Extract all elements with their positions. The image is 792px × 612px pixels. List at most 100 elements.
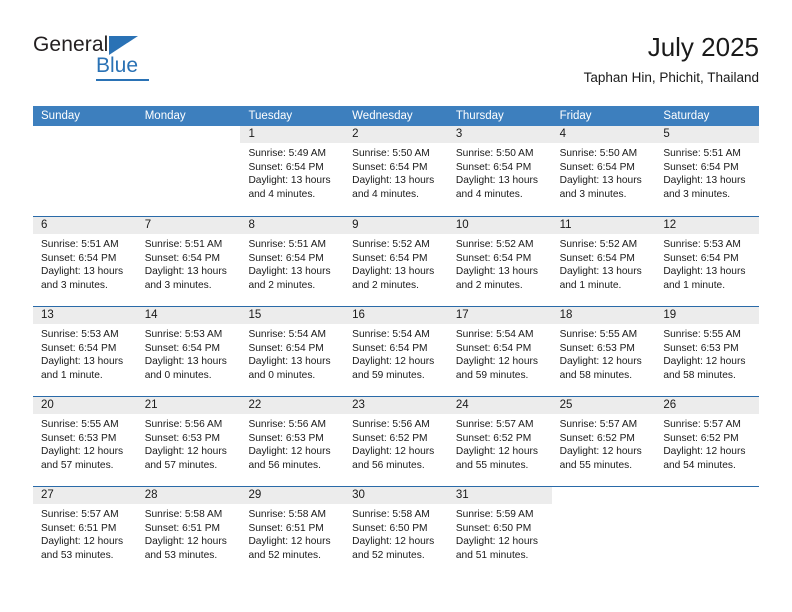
calendar-day-cell[interactable]: 19 Sunrise: 5:55 AM Sunset: 6:53 PM Dayligh…: [655, 307, 760, 396]
calendar-day-cell[interactable]: 6 Sunrise: 5:51 AM Sunset: 6:54 PM Daylight…: [33, 217, 137, 306]
calendar-day-cell[interactable]: 1 Sunrise: 5:49 AM Sunset: 6:54 PM Daylight…: [240, 126, 345, 216]
day-info-line: and 57 minutes.: [144, 459, 218, 471]
day-info-line: and 55 minutes.: [455, 459, 529, 471]
day-info-line: Sunset: 6:54 PM: [248, 252, 324, 264]
day-info-line: Sunrise: 5:54 AM: [352, 329, 430, 340]
day-info-line: Daylight: 13 hours: [352, 266, 435, 278]
day-info-line: Daylight: 12 hours: [41, 446, 124, 458]
calendar-day-cell[interactable]: 22 Sunrise: 5:56 AM Sunset: 6:53 PM Dayligh…: [240, 397, 345, 486]
general-blue-logo[interactable]: General Blue: [33, 33, 233, 89]
calendar-day-cell[interactable]: 25 Sunrise: 5:57 AM Sunset: 6:52 PM Dayligh…: [551, 397, 656, 486]
calendar-day-cell[interactable]: 29 Sunrise: 5:58 AM Sunset: 6:51 PM Dayligh…: [240, 487, 345, 576]
day-sun-info: Sunrise: 5:58 AM Sunset: 6:50 PM Daylight:…: [344, 504, 448, 562]
day-info-line: and 3 minutes.: [144, 279, 212, 291]
day-number: [655, 487, 759, 504]
calendar-day-cell[interactable]: 7 Sunrise: 5:51 AM Sunset: 6:54 PM Daylight…: [136, 217, 241, 306]
calendar-day-cell[interactable]: 28 Sunrise: 5:58 AM Sunset: 6:51 PM Dayligh…: [136, 487, 241, 576]
calendar-day-cell[interactable]: 16 Sunrise: 5:54 AM Sunset: 6:54 PM Dayligh…: [344, 307, 448, 396]
day-info-line: Sunrise: 5:55 AM: [663, 329, 741, 340]
day-info-line: and 1 minute.: [559, 279, 622, 291]
day-info-line: Sunrise: 5:51 AM: [248, 239, 327, 250]
day-sun-info: Sunrise: 5:50 AM Sunset: 6:54 PM Daylight:…: [448, 143, 552, 201]
day-info-line: Daylight: 13 hours: [663, 175, 746, 187]
day-info-line: Sunrise: 5:55 AM: [559, 329, 638, 340]
day-number: 8: [240, 217, 345, 234]
calendar-day-cell[interactable]: 13 Sunrise: 5:53 AM Sunset: 6:54 PM Dayligh…: [33, 307, 137, 396]
calendar-day-cell[interactable]: 4 Sunrise: 5:50 AM Sunset: 6:54 PM Daylight…: [551, 126, 656, 216]
day-info-line: Daylight: 12 hours: [663, 446, 746, 458]
day-info-line: Sunset: 6:53 PM: [663, 342, 739, 354]
calendar-day-cell[interactable]: 3 Sunrise: 5:50 AM Sunset: 6:54 PM Daylight…: [447, 126, 552, 216]
day-number: 9: [344, 217, 448, 234]
day-number: 17: [447, 307, 552, 324]
weekday-header-sunday: Sunday: [41, 110, 81, 122]
day-sun-info: Sunrise: 5:55 AM Sunset: 6:53 PM Daylight:…: [552, 324, 656, 382]
day-sun-info: [137, 143, 241, 147]
day-sun-info: Sunrise: 5:51 AM Sunset: 6:54 PM Daylight:…: [240, 234, 344, 292]
day-info-line: and 56 minutes.: [352, 459, 425, 471]
day-info-line: Sunrise: 5:58 AM: [144, 509, 223, 520]
day-sun-info: Sunrise: 5:56 AM Sunset: 6:53 PM Daylight:…: [137, 414, 241, 472]
calendar-day-cell[interactable]: 26 Sunrise: 5:57 AM Sunset: 6:52 PM Dayligh…: [655, 397, 760, 486]
day-sun-info: Sunrise: 5:53 AM Sunset: 6:54 PM Daylight:…: [137, 324, 241, 382]
calendar-day-cell[interactable]: 21 Sunrise: 5:56 AM Sunset: 6:53 PM Dayligh…: [136, 397, 241, 486]
day-info-line: and 2 minutes.: [248, 279, 316, 291]
triangle-icon: [109, 36, 138, 55]
day-info-line: Sunset: 6:54 PM: [144, 342, 221, 354]
day-number: 10: [447, 217, 552, 234]
day-info-line: Sunset: 6:54 PM: [455, 252, 532, 264]
day-info-line: Daylight: 13 hours: [455, 175, 538, 187]
calendar-day-cell[interactable]: 5 Sunrise: 5:51 AM Sunset: 6:54 PM Daylight…: [655, 126, 760, 216]
day-info-line: and 4 minutes.: [248, 188, 316, 200]
day-info-line: Sunrise: 5:59 AM: [455, 509, 534, 520]
day-info-line: and 57 minutes.: [41, 459, 114, 471]
weekday-header-monday: Monday: [144, 110, 186, 122]
day-number: 25: [551, 397, 656, 414]
day-number: 3: [447, 126, 552, 143]
calendar-day-cell[interactable]: 11 Sunrise: 5:52 AM Sunset: 6:54 PM Dayligh…: [551, 217, 656, 306]
day-number: 16: [344, 307, 448, 324]
day-info-line: Sunset: 6:50 PM: [352, 522, 428, 534]
day-info-line: Sunrise: 5:54 AM: [248, 329, 327, 340]
calendar-day-cell[interactable]: 9 Sunrise: 5:52 AM Sunset: 6:54 PM Daylight…: [344, 217, 448, 306]
day-info-line: Sunset: 6:54 PM: [559, 161, 635, 173]
calendar-day-cell[interactable]: 10 Sunrise: 5:52 AM Sunset: 6:54 PM Dayligh…: [447, 217, 552, 306]
calendar-day-cell-empty: [655, 487, 759, 576]
calendar-day-cell[interactable]: 24 Sunrise: 5:57 AM Sunset: 6:52 PM Dayligh…: [447, 397, 552, 486]
day-info-line: and 2 minutes.: [455, 279, 523, 291]
day-sun-info: Sunrise: 5:59 AM Sunset: 6:50 PM Daylight:…: [448, 504, 552, 562]
day-info-line: Sunset: 6:51 PM: [248, 522, 324, 534]
day-info-line: Sunrise: 5:57 AM: [41, 509, 119, 520]
day-info-line: Sunset: 6:53 PM: [144, 432, 221, 444]
day-info-line: Sunrise: 5:51 AM: [663, 148, 741, 159]
day-info-line: and 52 minutes.: [352, 549, 425, 561]
day-info-line: Sunset: 6:54 PM: [663, 252, 739, 264]
calendar-day-cell[interactable]: 8 Sunrise: 5:51 AM Sunset: 6:54 PM Daylight…: [240, 217, 345, 306]
day-number: [33, 126, 137, 143]
day-info-line: Sunset: 6:52 PM: [663, 432, 739, 444]
calendar-day-cell[interactable]: 31 Sunrise: 5:59 AM Sunset: 6:50 PM Dayligh…: [447, 487, 552, 576]
day-info-line: Daylight: 13 hours: [248, 356, 331, 368]
calendar-day-cell[interactable]: 20 Sunrise: 5:55 AM Sunset: 6:53 PM Dayligh…: [33, 397, 137, 486]
calendar-day-cell[interactable]: 27 Sunrise: 5:57 AM Sunset: 6:51 PM Dayligh…: [33, 487, 137, 576]
calendar-day-cell[interactable]: 23 Sunrise: 5:56 AM Sunset: 6:52 PM Dayligh…: [344, 397, 448, 486]
calendar-day-cell[interactable]: 15 Sunrise: 5:54 AM Sunset: 6:54 PM Dayligh…: [240, 307, 345, 396]
day-sun-info: Sunrise: 5:52 AM Sunset: 6:54 PM Daylight:…: [344, 234, 448, 292]
day-sun-info: Sunrise: 5:55 AM Sunset: 6:53 PM Daylight:…: [33, 414, 137, 472]
calendar-week-row: 1 Sunrise: 5:49 AM Sunset: 6:54 PM Daylight…: [33, 126, 760, 216]
day-info-line: Daylight: 12 hours: [559, 356, 642, 368]
weekday-header-thursday: Thursday: [455, 110, 504, 122]
day-sun-info: Sunrise: 5:57 AM Sunset: 6:51 PM Daylight:…: [33, 504, 137, 562]
calendar-day-cell[interactable]: 18 Sunrise: 5:55 AM Sunset: 6:53 PM Dayligh…: [551, 307, 656, 396]
calendar-day-cell[interactable]: 12 Sunrise: 5:53 AM Sunset: 6:54 PM Dayligh…: [655, 217, 760, 306]
calendar-day-cell[interactable]: 2 Sunrise: 5:50 AM Sunset: 6:54 PM Daylight…: [344, 126, 448, 216]
day-number: 21: [136, 397, 241, 414]
day-info-line: Sunrise: 5:53 AM: [41, 329, 119, 340]
day-number: 18: [551, 307, 656, 324]
calendar-day-cell[interactable]: 30 Sunrise: 5:58 AM Sunset: 6:50 PM Dayligh…: [344, 487, 448, 576]
calendar-day-cell[interactable]: 17 Sunrise: 5:54 AM Sunset: 6:54 PM Dayligh…: [447, 307, 552, 396]
day-info-line: Sunset: 6:54 PM: [41, 342, 117, 354]
calendar-day-cell[interactable]: 14 Sunrise: 5:53 AM Sunset: 6:54 PM Dayligh…: [136, 307, 241, 396]
day-info-line: and 51 minutes.: [455, 549, 529, 561]
calendar-week-row: 6 Sunrise: 5:51 AM Sunset: 6:54 PM Daylight…: [33, 216, 760, 306]
